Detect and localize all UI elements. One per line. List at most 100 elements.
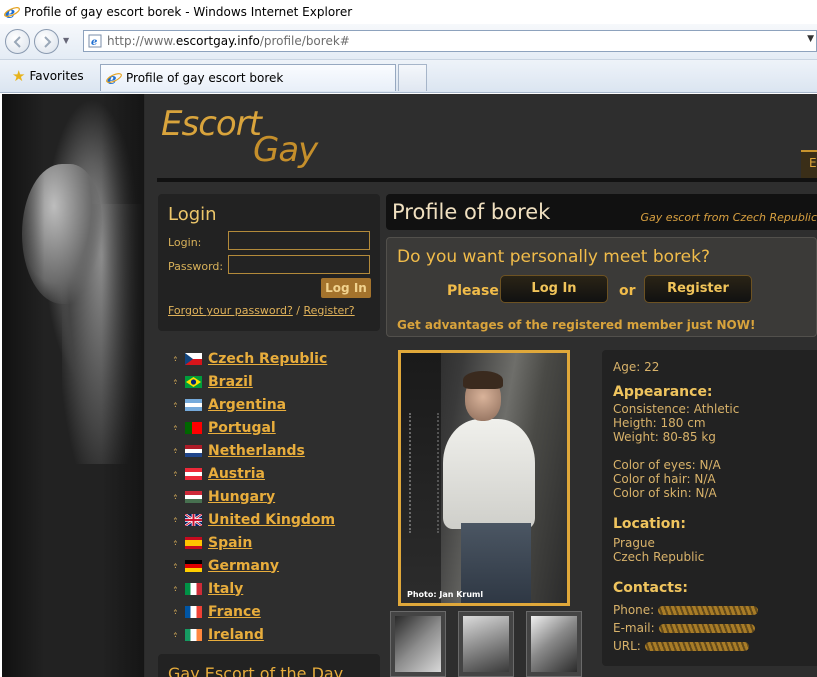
register-link[interactable]: Register?	[304, 304, 355, 317]
bullet-icon: ·:·	[173, 583, 178, 594]
photo-hair	[463, 371, 503, 389]
email-row: E-mail:	[613, 621, 755, 635]
photo-graffiti	[409, 413, 439, 533]
country-link[interactable]: United Kingdom	[208, 512, 335, 528]
new-tab-button[interactable]	[398, 64, 427, 91]
address-dropdown-icon[interactable]: ▼	[807, 34, 814, 44]
country-item[interactable]: ·:· Argentina	[173, 393, 335, 416]
page-icon: e	[88, 34, 102, 48]
url-label: URL:	[613, 639, 641, 653]
svg-text:e: e	[91, 37, 97, 48]
photo-thumbnail[interactable]	[390, 611, 446, 677]
favorites-label: Favorites	[29, 69, 84, 83]
country-item[interactable]: ·:· United Kingdom	[173, 508, 335, 531]
country-item[interactable]: ·:· Portugal	[173, 416, 335, 439]
page-title: Profile of borek	[392, 200, 551, 224]
photo-thumbnail[interactable]	[526, 611, 582, 677]
country-item[interactable]: ·:· Germany	[173, 554, 335, 577]
country-item[interactable]: ·:· Czech Republic	[173, 347, 335, 370]
url-domain: escortgay.info	[175, 34, 260, 48]
password-input[interactable]	[228, 255, 370, 274]
flag-pt-icon	[185, 421, 202, 434]
top-nav-tab[interactable]: E	[801, 150, 817, 178]
bullet-icon: ·:·	[173, 468, 178, 479]
login-button[interactable]: Log In	[321, 278, 371, 298]
page-content: Escort Gay E Login Login: Password: Log …	[145, 94, 817, 677]
header-divider	[157, 178, 817, 182]
country-item[interactable]: ·:· Spain	[173, 531, 335, 554]
country-item[interactable]: ·:· Ireland	[173, 623, 335, 646]
photo-shirt	[443, 419, 535, 529]
flag-hu-icon	[185, 490, 202, 503]
country-item[interactable]: ·:· Brazil	[173, 370, 335, 393]
forgot-password-link[interactable]: Forgot your password?	[168, 304, 293, 317]
logo-word-escort: Escort	[161, 104, 262, 144]
country-item[interactable]: ·:· Italy	[173, 577, 335, 600]
country-link[interactable]: Ireland	[208, 627, 264, 643]
photo-thumbnail[interactable]	[458, 611, 514, 677]
country-link[interactable]: Argentina	[208, 397, 286, 413]
flag-ar-icon	[185, 398, 202, 411]
flag-gb-icon	[185, 513, 202, 526]
favorites-button[interactable]: ★ Favorites	[6, 64, 90, 88]
country-link[interactable]: Austria	[208, 466, 265, 482]
url-prefix: http://www.	[107, 34, 176, 48]
country-item[interactable]: ·:· France	[173, 600, 335, 623]
back-button[interactable]	[5, 29, 30, 54]
escort-of-day-title: Gay Escort of the Day	[168, 664, 344, 677]
bullet-icon: ·:·	[173, 399, 178, 410]
flag-at-icon	[185, 467, 202, 480]
country-link[interactable]: Spain	[208, 535, 252, 551]
flag-br-icon	[185, 375, 202, 388]
phone-label: Phone:	[613, 603, 655, 617]
contacts-heading: Contacts:	[613, 580, 688, 596]
bullet-icon: ·:·	[173, 560, 178, 571]
country-item[interactable]: ·:· Netherlands	[173, 439, 335, 462]
country-link[interactable]: Portugal	[208, 420, 276, 436]
hair-value: Color of hair: N/A	[613, 472, 716, 486]
thumbnail-image	[531, 616, 577, 672]
country-link[interactable]: Brazil	[208, 374, 253, 390]
meet-login-button[interactable]: Log In	[500, 275, 608, 303]
eyes-value: Color of eyes: N/A	[613, 458, 721, 472]
country-link[interactable]: Czech Republic	[208, 351, 327, 367]
location-heading: Location:	[613, 516, 686, 532]
profile-info-panel: Age: 22 Appearance: Consistence: Athleti…	[602, 350, 817, 666]
logo-word-gay: Gay	[253, 130, 318, 170]
login-input[interactable]	[228, 231, 370, 250]
tab-active[interactable]: e Profile of gay escort borek	[100, 64, 396, 91]
skin-value: Color of skin: N/A	[613, 486, 717, 500]
flag-it-icon	[185, 582, 202, 595]
login-links: Forgot your password? / Register?	[168, 304, 355, 317]
recent-pages-dropdown[interactable]: ▼	[63, 36, 69, 45]
country-link[interactable]: France	[208, 604, 261, 620]
country-link[interactable]: Italy	[208, 581, 243, 597]
bullet-icon: ·:·	[173, 629, 178, 640]
bullet-icon: ·:·	[173, 606, 178, 617]
site-logo[interactable]: Escort Gay	[161, 104, 331, 170]
country-item[interactable]: ·:· Hungary	[173, 485, 335, 508]
bullet-icon: ·:·	[173, 422, 178, 433]
tab-title: Profile of gay escort borek	[126, 71, 284, 85]
bullet-icon: ·:·	[173, 376, 178, 387]
height-value: Heigth: 180 cm	[613, 416, 706, 430]
address-bar[interactable]: e http://www. escortgay.info/profile/bore…	[83, 30, 817, 52]
country-link[interactable]: Hungary	[208, 489, 275, 505]
meet-register-button[interactable]: Register	[644, 275, 752, 303]
meet-title: Do you want personally meet borek?	[397, 247, 710, 267]
flag-es-icon	[185, 536, 202, 549]
country-list: ·:· Czech Republic ·:· Brazil ·:· Argent…	[173, 347, 335, 646]
star-icon: ★	[12, 67, 26, 85]
main-profile-photo[interactable]: Photo: Jan Kruml	[398, 350, 570, 606]
bullet-icon: ·:·	[173, 491, 178, 502]
country-item[interactable]: ·:· Austria	[173, 462, 335, 485]
country-link[interactable]: Germany	[208, 558, 279, 574]
country-link[interactable]: Netherlands	[208, 443, 305, 459]
ie-logo-icon: e	[4, 4, 20, 20]
login-title: Login	[168, 204, 217, 225]
profile-header: Profile of borek Gay escort from Czech R…	[386, 194, 817, 230]
photo-shade	[2, 94, 144, 677]
country-value: Czech Republic	[613, 550, 705, 564]
forward-button[interactable]	[34, 29, 59, 54]
email-blurred	[658, 624, 755, 633]
